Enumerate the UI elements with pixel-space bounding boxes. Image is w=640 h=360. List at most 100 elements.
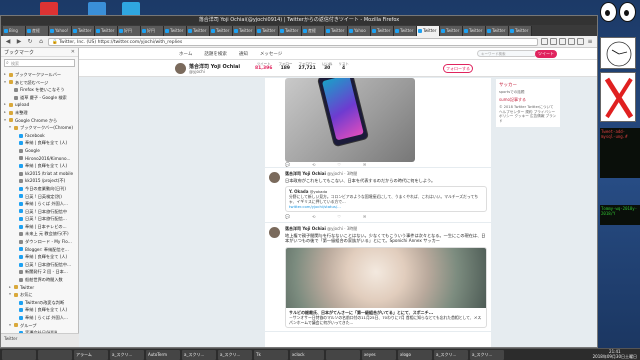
screenshot-icon[interactable] [568, 37, 575, 45]
bookmark-folder[interactable]: ▾ ブックマークバー(Chrome) [1, 124, 78, 132]
tab[interactable]: Twitter [325, 26, 348, 36]
back-icon[interactable]: ◀ [4, 38, 12, 46]
bookmark-item[interactable]: ダウンロード - My Flo... [1, 238, 78, 246]
bookmark-folder[interactable]: ▾ Google Chrome から [1, 117, 78, 125]
system-clock[interactable]: 21:41 2018年09月30日土曜日 [593, 349, 640, 359]
taskbar-item[interactable]: a_スクリ... [110, 349, 144, 360]
downloads-icon[interactable] [559, 37, 566, 45]
twisty-icon[interactable]: ▾ [3, 79, 7, 87]
twisty-icon[interactable]: ▾ [8, 124, 12, 132]
bookmark-item[interactable]: Hirono2016/Kimono... [1, 155, 78, 163]
bookmark-item[interactable]: 奉納 | 日本テレビの... [1, 223, 78, 231]
bookmark-item[interactable]: 新聞発行 2 回 - 日本... [1, 268, 78, 276]
tab[interactable]: Twitter [394, 26, 417, 36]
taskbar-item[interactable]: a_スクリ... [182, 349, 216, 360]
bookmark-item[interactable]: 日英 ! 日本旅行配信... [1, 215, 78, 223]
reply-icon[interactable]: 💬 [285, 162, 290, 167]
tab[interactable]: Twitter [509, 26, 532, 36]
bookmark-item[interactable]: Blogger: 奉納配信セ... [1, 246, 78, 254]
taskbar-item[interactable] [2, 349, 36, 360]
twisty-icon[interactable]: ▾ [8, 322, 12, 330]
tab[interactable]: Twitter [187, 26, 210, 36]
footer-links[interactable]: © 2018 Twitter Twitterについて ヘルプセンター 規約 プラ… [499, 105, 557, 124]
bookmark-item[interactable]: 日英 ! 日本旅行配信中 [1, 208, 78, 216]
tab[interactable]: Twitter [440, 26, 463, 36]
tab[interactable]: 好円 [118, 26, 141, 36]
tab[interactable]: 産経 [302, 26, 325, 36]
profile-stat[interactable]: いいね 30 [322, 62, 333, 71]
bookmark-item[interactable]: 船舶世界の時間入数 [1, 276, 78, 284]
bookmark-item[interactable]: 奉納 | 良輝を全て (人) [1, 306, 78, 314]
message-icon[interactable]: ✉ [363, 214, 366, 219]
tab[interactable]: Yahoo [348, 26, 371, 36]
extension-icon[interactable] [577, 37, 584, 45]
taskbar-item[interactable] [38, 349, 72, 360]
twisty-icon[interactable]: ▾ [8, 291, 12, 299]
like-icon[interactable]: ♡ [337, 214, 341, 219]
twisty-icon[interactable]: ▸ [3, 109, 7, 117]
retweet-icon[interactable]: ⟲ [312, 162, 315, 167]
bookmark-folder[interactable]: ▾ グループ [1, 322, 78, 330]
tweet-photo[interactable] [285, 78, 415, 162]
profile-stat[interactable]: ツイート 81,396 [255, 62, 272, 71]
sidebar-title[interactable]: ブックマーク [4, 49, 34, 56]
taskbar-item[interactable]: xlogo [398, 349, 432, 360]
taskbar-item[interactable]: xeyes [362, 349, 396, 360]
bookmark-folder[interactable]: ▾ お気に [1, 291, 78, 299]
tab[interactable]: Twitter [210, 26, 233, 36]
taskbar-item[interactable] [326, 349, 360, 360]
tab[interactable]: Twitter [256, 26, 279, 36]
tab[interactable]: Twitter [164, 26, 187, 36]
bookmark-item[interactable]: 奉納 | 良輝を全て (人) [1, 253, 78, 261]
trend-link[interactable]: sumo記事する [499, 97, 557, 103]
bookmark-folder[interactable]: ▸ Twitter [1, 284, 78, 292]
tab[interactable]: Yahoo! [49, 26, 72, 36]
taskbar-item[interactable]: AutoTerm [146, 349, 180, 360]
trend-title[interactable]: サッカー [499, 82, 557, 88]
bookmark-folder[interactable]: ▸ ブックマークツールバー [1, 71, 78, 79]
tweet-time[interactable]: 3時間 [347, 171, 358, 176]
menu-icon[interactable]: ≡ [586, 38, 594, 46]
taskbar-item[interactable]: a_スクリ... [470, 349, 504, 360]
nav-messages[interactable]: メッセージ [260, 51, 282, 57]
bookmark-item[interactable]: 今日の産業動向(日刊) [1, 185, 78, 193]
like-icon[interactable]: ♡ [337, 162, 341, 167]
tweet[interactable]: 落合洋司 Yoji Ochiai @yjochi · 3時間 日本政府がこれをし… [265, 168, 491, 223]
reload-icon[interactable]: ↻ [26, 38, 34, 46]
twisty-icon[interactable]: ▸ [3, 71, 7, 79]
bookmark-folder[interactable]: ▾ あとで読むページ [1, 79, 78, 87]
bookmark-item[interactable]: Google [1, 147, 78, 155]
tweet-author[interactable]: 落合洋司 Yoji Ochiai [285, 171, 326, 176]
avatar[interactable] [269, 172, 280, 183]
link-card[interactable]: サルビの総裁氏、日本がてんさーに「第一級組合がいてる」とにて、スポニチ... －… [285, 246, 487, 328]
bookmark-item[interactable]: Facebook [1, 132, 78, 140]
follow-button[interactable]: フォローする [443, 64, 473, 73]
bookmark-folder[interactable]: ▸ 未整理 [1, 109, 78, 117]
tab[interactable]: Twitter [279, 26, 302, 36]
bookmark-item[interactable]: kk2015 /project(不) [1, 177, 78, 185]
bookmark-item[interactable]: 日英 ! 日英検定(別) [1, 193, 78, 201]
twisty-icon[interactable]: ▸ [3, 101, 7, 109]
taskbar-item[interactable]: a_スクリ... [218, 349, 252, 360]
tweet-button[interactable]: ツイート [535, 50, 557, 58]
bookmark-search-input[interactable]: 検索 [4, 59, 75, 67]
tab[interactable]: Twitter [463, 26, 486, 36]
terminal-window[interactable]: Tommy-wq-2018y-2018/Y [600, 205, 640, 225]
bookmark-folder[interactable]: ▸ upload [1, 101, 78, 109]
bookmark-item[interactable]: 奉納 | 良輝を全て (人) [1, 139, 78, 147]
taskbar-item[interactable]: アラーム [74, 349, 108, 360]
bookmark-item[interactable]: Firefox を使いこなそう [1, 86, 78, 94]
avatar[interactable] [269, 226, 280, 238]
tab[interactable]: 産経 [26, 26, 49, 36]
profile-stat[interactable]: フォロワー 27,721 [298, 62, 316, 71]
nav-notifications[interactable]: 通知 [239, 51, 248, 57]
bookmark-item[interactable]: 奉納 | らくば 外国人... [1, 314, 78, 322]
twitter-search-input[interactable]: キーワード検索 [477, 50, 537, 57]
avatar[interactable] [175, 63, 186, 74]
tab[interactable]: Twitter [371, 26, 394, 36]
message-icon[interactable]: ✉ [363, 162, 366, 167]
bookmark-item[interactable]: 奉納 | らくば 外国人... [1, 200, 78, 208]
profile-stat[interactable]: リスト 4 [338, 62, 349, 71]
bookmark-item[interactable]: 道草 慶子 - Google 検索 [1, 94, 78, 102]
tab[interactable]: Twitter [486, 26, 509, 36]
